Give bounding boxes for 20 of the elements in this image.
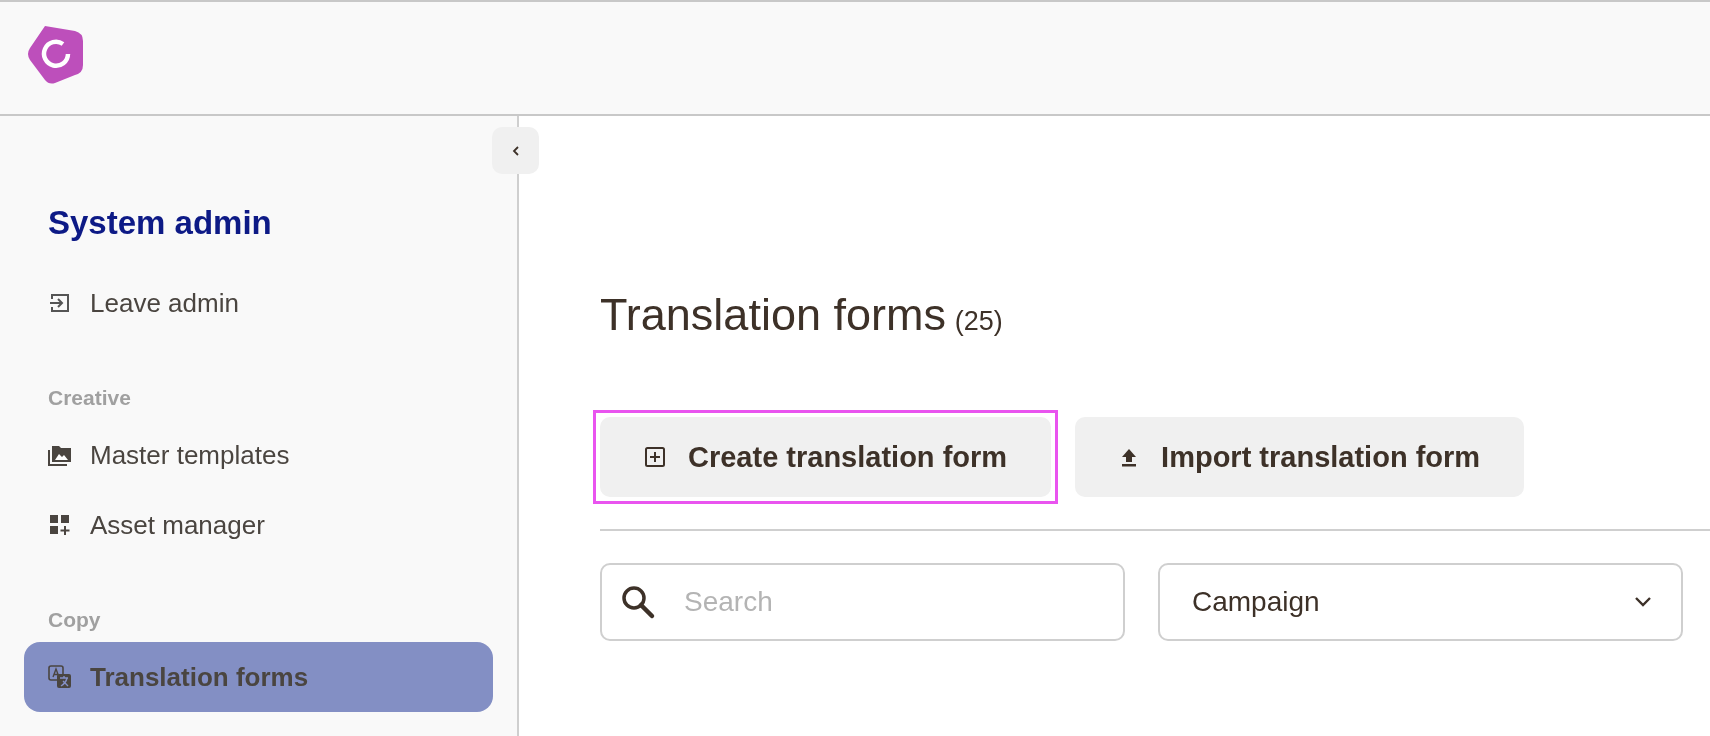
action-button[interactable]: Create translation form <box>600 417 1052 497</box>
nav-item[interactable]: Master templates <box>24 420 493 490</box>
nav-item[interactable]: Asset manager <box>24 490 493 560</box>
grid-plus-icon <box>48 514 72 536</box>
item-count: (25) <box>954 306 1003 336</box>
chevron-left-icon <box>510 144 521 157</box>
translate-icon <box>48 665 72 689</box>
page-title: Translation forms <box>600 289 946 340</box>
campaign-dropdown[interactable]: Campaign <box>1158 563 1683 641</box>
add-icon <box>644 446 666 468</box>
images-icon <box>48 444 72 466</box>
sidebar-title: System admin <box>48 204 273 242</box>
leave-admin-link[interactable]: Leave admin <box>24 268 493 338</box>
section-heading: Copy <box>48 608 102 632</box>
search-field[interactable]: Search <box>600 563 1125 641</box>
search-icon <box>620 584 656 620</box>
exit-icon <box>48 292 72 314</box>
section-heading: Creative <box>48 386 132 410</box>
action-button[interactable]: Import translation form <box>1075 417 1525 497</box>
chevron-down-icon <box>1633 596 1653 608</box>
